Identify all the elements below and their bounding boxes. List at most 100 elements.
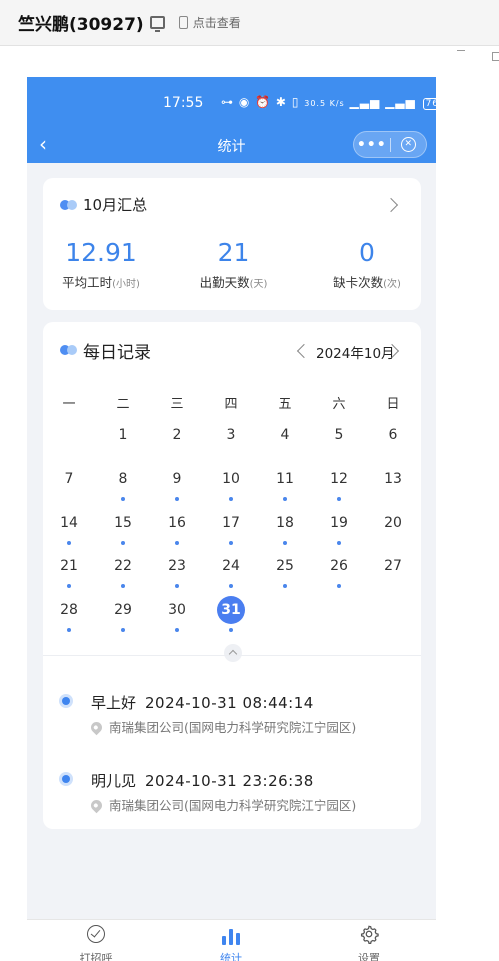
day-number: 7 (64, 471, 74, 487)
vibrate-icon: ▯ (291, 95, 300, 109)
status-bar: 17:55 ⊶ ◉ ⏰ ✱ ▯ 30.5 K/s ▁▃▅ ▁▃▅ 76 (27, 77, 436, 128)
bar-chart-icon (222, 927, 240, 945)
attendance-dot-icon (67, 584, 71, 588)
calendar-day[interactable]: 26 (319, 552, 359, 592)
stat-value: 21 (217, 238, 250, 267)
phone-icon[interactable] (178, 16, 188, 29)
attendance-dot-icon (67, 541, 71, 545)
attendance-dot-icon (283, 584, 287, 588)
calendar-day[interactable]: 21 (49, 552, 89, 592)
more-button[interactable]: ••• (354, 137, 390, 153)
attendance-dot-icon (337, 541, 341, 545)
key-icon: ⊶ (221, 95, 234, 109)
calendar-day[interactable]: 25 (265, 552, 305, 592)
calendar-day[interactable]: 20 (373, 509, 413, 549)
day-number: 14 (60, 515, 78, 531)
calendar-day[interactable]: 11 (265, 465, 305, 505)
stat-missed-punches: 0 缺卡次数(次) (328, 238, 406, 291)
stat-label: 出勤天数(天) (199, 275, 268, 290)
day-number: 2 (172, 427, 182, 443)
prev-month-icon[interactable] (296, 343, 312, 359)
summary-title: 10月汇总 (83, 196, 148, 214)
day-number: 9 (172, 471, 182, 487)
calendar-day[interactable]: 29 (103, 596, 143, 636)
attendance-dot-icon (283, 497, 287, 501)
record-location: 南瑞集团公司(国网电力科学研究院江宁园区) (88, 795, 356, 814)
calendar-day[interactable]: 19 (319, 509, 359, 549)
monitor-icon[interactable] (149, 16, 165, 32)
day-number: 4 (280, 427, 290, 443)
tab-label: 设置 (358, 952, 380, 961)
day-number: 18 (276, 515, 294, 531)
close-button[interactable]: ✕ (390, 137, 426, 152)
month-label: 2024年10月 (316, 346, 395, 362)
calendar-day[interactable]: 6 (373, 421, 413, 461)
day-number: 13 (384, 471, 402, 487)
attendance-dot-icon (67, 628, 71, 632)
calendar-day[interactable]: 28 (49, 596, 89, 636)
tab-bar: 打招呼 统计 设置 (27, 919, 436, 961)
calendar-day[interactable]: 30 (157, 596, 197, 636)
chevron-right-icon[interactable] (383, 197, 399, 213)
collapse-calendar-icon[interactable] (224, 644, 242, 662)
calendar-day[interactable]: 3 (211, 421, 251, 461)
calendar-day[interactable]: 7 (49, 465, 89, 505)
record-dot-icon (59, 694, 73, 708)
calendar-day[interactable]: 15 (103, 509, 143, 549)
day-number: 20 (384, 515, 402, 531)
status-time: 17:55 (163, 95, 204, 111)
bluetooth-icon: ✱ (275, 95, 287, 109)
calendar-day[interactable]: 9 (157, 465, 197, 505)
eye-icon: ◉ (238, 95, 251, 109)
calendar-day[interactable]: 16 (157, 509, 197, 549)
day-number: 3 (226, 427, 236, 443)
day-number: 26 (330, 558, 348, 574)
close-icon: ✕ (400, 137, 416, 152)
day-number: 24 (222, 558, 240, 574)
record-location: 南瑞集团公司(国网电力科学研究院江宁园区) (88, 717, 356, 736)
attendance-dot-icon (229, 584, 233, 588)
day-number: 27 (384, 558, 402, 574)
day-number: 16 (168, 515, 186, 531)
minimize-icon[interactable] (457, 50, 465, 51)
calendar-day[interactable]: 4 (265, 421, 305, 461)
day-number: 22 (114, 558, 132, 574)
calendar-day[interactable]: 2 (157, 421, 197, 461)
stat-avg-hours: 12.91 平均工时(小时) (60, 238, 142, 291)
calendar-day[interactable]: 8 (103, 465, 143, 505)
day-number: 31 (217, 596, 245, 624)
signal-icon-2: ▁▃▅ (385, 95, 416, 109)
weekday-label: 四 (224, 397, 238, 412)
calendar-day[interactable]: 31 (211, 596, 251, 636)
calendar-day[interactable]: 18 (265, 509, 305, 549)
calendar-day[interactable]: 23 (157, 552, 197, 592)
attendance-dot-icon (337, 584, 341, 588)
maximize-icon[interactable] (492, 52, 499, 61)
day-number: 5 (334, 427, 344, 443)
calendar-day[interactable]: 13 (373, 465, 413, 505)
calendar-day[interactable]: 17 (211, 509, 251, 549)
tab-label: 打招呼 (79, 952, 113, 961)
calendar-day[interactable]: 1 (103, 421, 143, 461)
location-pin-icon (88, 719, 105, 736)
weekday-label: 二 (116, 397, 130, 412)
calendar-day[interactable]: 27 (373, 552, 413, 592)
nav-bar: ‹ 统计 ••• ✕ (27, 128, 436, 163)
gear-icon (360, 925, 379, 944)
calendar-day[interactable]: 24 (211, 552, 251, 592)
calendar-day[interactable]: 22 (103, 552, 143, 592)
calendar-day[interactable]: 12 (319, 465, 359, 505)
view-link[interactable]: 点击查看 (193, 14, 241, 31)
section-dot-icon (60, 345, 78, 355)
attendance-dot-icon (121, 584, 125, 588)
attendance-dot-icon (175, 541, 179, 545)
day-number: 17 (222, 515, 240, 531)
section-dot-icon (60, 200, 78, 210)
day-number: 10 (222, 471, 240, 487)
day-number: 25 (276, 558, 294, 574)
calendar-day[interactable]: 10 (211, 465, 251, 505)
record-title: 早上好 2024-10-31 08:44:14 (91, 694, 314, 712)
day-number: 8 (118, 471, 128, 487)
calendar-day[interactable]: 5 (319, 421, 359, 461)
calendar-day[interactable]: 14 (49, 509, 89, 549)
